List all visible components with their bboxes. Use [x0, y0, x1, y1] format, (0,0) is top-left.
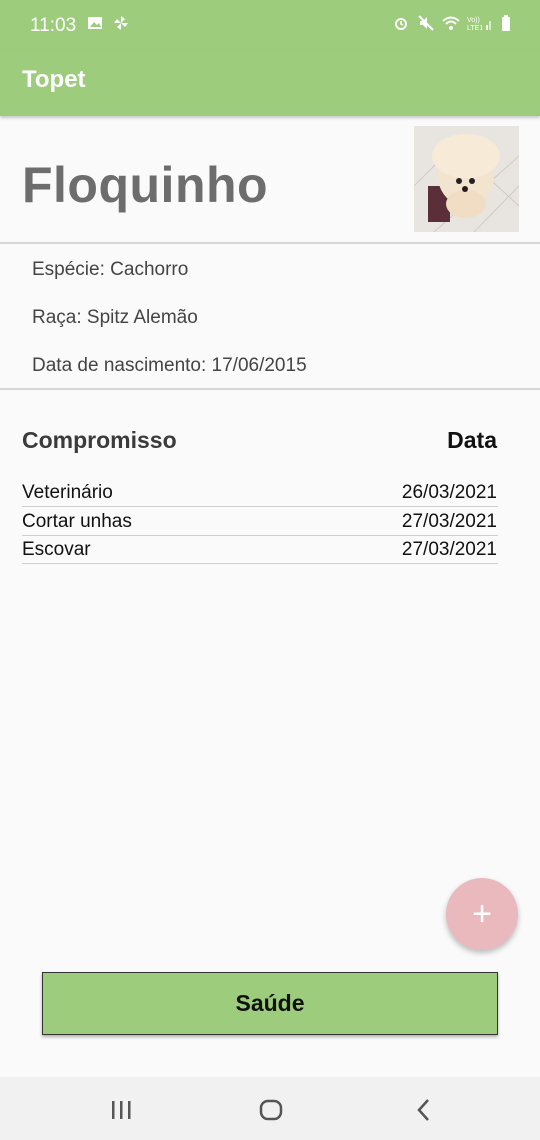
lte-signal-icon: Vo))LTE1 [467, 17, 491, 32]
task-name: Veterinário [22, 482, 113, 503]
svg-text:Vo)): Vo)) [467, 17, 480, 24]
pet-photo-image [414, 126, 519, 232]
add-appointment-button[interactable]: + [446, 878, 518, 950]
health-button[interactable]: Saúde [42, 972, 498, 1035]
table-row[interactable]: Escovar 27/03/2021 [22, 535, 498, 564]
task-name: Cortar unhas [22, 511, 132, 532]
home-icon[interactable] [256, 1095, 286, 1125]
pet-birth-date: Data de nascimento: 17/06/2015 [32, 355, 307, 376]
pinwheel-icon [114, 16, 128, 30]
back-icon[interactable] [408, 1095, 438, 1125]
svg-text:LTE1: LTE1 [467, 25, 483, 32]
mute-icon [418, 15, 434, 31]
recents-icon[interactable] [106, 1095, 136, 1125]
table-row[interactable]: Cortar unhas 27/03/2021 [22, 507, 498, 536]
pet-name: Floquinho [22, 157, 269, 213]
task-date: 26/03/2021 [401, 482, 497, 503]
wifi-icon [442, 16, 460, 30]
battery-icon [502, 15, 510, 31]
app-title: Topet [22, 66, 86, 93]
column-header-date: Data [447, 427, 497, 453]
alarm-icon [395, 18, 407, 30]
divider [0, 242, 540, 244]
system-nav-bar [0, 1077, 540, 1140]
pet-header: Floquinho [0, 116, 540, 242]
pet-photo[interactable] [414, 126, 519, 232]
image-icon [88, 17, 102, 29]
status-time: 11:03 [30, 15, 77, 36]
pet-species: Espécie: Cachorro [32, 259, 189, 280]
column-header-task: Compromisso [22, 427, 177, 453]
pet-breed: Raça: Spitz Alemão [32, 307, 198, 328]
task-date: 27/03/2021 [401, 511, 497, 532]
plus-icon: + [472, 895, 492, 933]
divider [0, 388, 540, 390]
table-row[interactable]: Veterinário 26/03/2021 [22, 478, 498, 507]
task-date: 27/03/2021 [401, 539, 497, 560]
status-bar: 11:03 Vo)) LTE1 [0, 0, 540, 50]
app-bar: Topet [0, 50, 540, 116]
task-name: Escovar [22, 539, 91, 560]
